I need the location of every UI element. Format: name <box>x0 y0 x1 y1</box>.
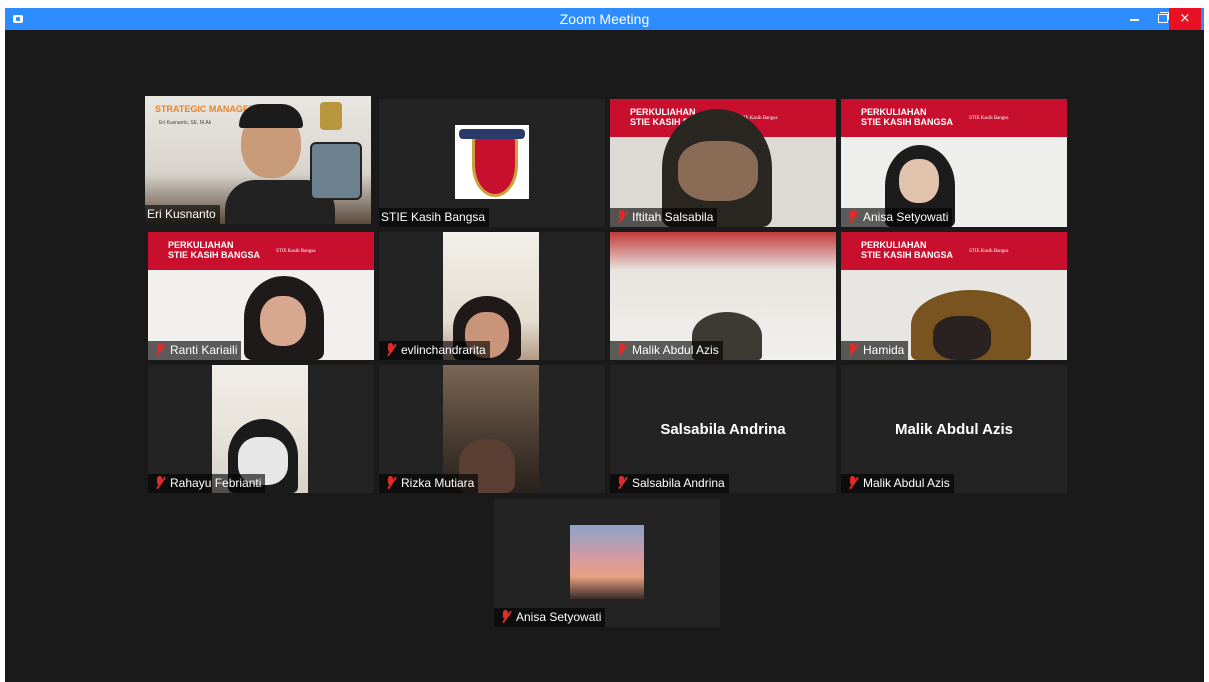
participant-name: Salsabila Andrina <box>610 474 729 493</box>
video-tile-evlinchandrarita[interactable]: evlinchandrarita <box>379 232 605 360</box>
participant-name-text: Hamida <box>863 343 905 357</box>
class-banner: PERKULIAHAN STIE KASIH BANGSA STIE Kasih B… <box>841 232 1067 270</box>
close-button[interactable]: × <box>1169 8 1201 30</box>
video-tile-anisa-setyowati[interactable]: PERKULIAHAN STIE KASIH BANGSA STIE Kasih B… <box>841 99 1067 227</box>
slide-author: Eri Kusnanto, SE, M.Ak <box>159 120 212 126</box>
video-tile-ranti-kariaili[interactable]: PERKULIAHAN STIE KASIH BANGSA STIE Kasih B… <box>148 232 374 360</box>
zoom-window: Zoom Meeting × STRATEGIC MANAGEMENT Eri … <box>5 8 1204 682</box>
video-tile-salsabila-andrina[interactable]: Salsabila Andrina Salsabila Andrina <box>610 365 836 493</box>
participant-name: evlinchandrarita <box>379 341 490 360</box>
mic-muted-icon <box>500 610 512 623</box>
banner-line1: PERKULIAHAN <box>168 240 234 250</box>
title-bar: Zoom Meeting × <box>5 8 1204 30</box>
mic-muted-icon <box>616 476 628 489</box>
participant-name-text: Anisa Setyowati <box>863 210 949 224</box>
mic-muted-icon <box>847 476 859 489</box>
stie-logo <box>455 125 529 199</box>
crest-logo <box>320 102 342 130</box>
minimize-button[interactable] <box>1121 8 1149 30</box>
participant-name: Malik Abdul Azis <box>841 474 954 493</box>
class-banner: PERKULIAHAN STIE KASIH BANGSA STIE Kasih B… <box>841 99 1067 137</box>
participant-name: Ranti Kariaili <box>148 341 242 360</box>
crest-shield-icon <box>472 133 518 197</box>
mic-muted-icon <box>616 343 628 356</box>
participant-name-text: STIE Kasih Bangsa <box>381 210 486 224</box>
window-title: Zoom Meeting <box>559 11 650 27</box>
video-tile-anisa-setyowati-2[interactable]: Anisa Setyowati <box>494 499 720 627</box>
person-face <box>260 296 306 346</box>
banner-line2: STIE KASIH BANGSA <box>168 250 261 260</box>
participant-name: STIE Kasih Bangsa <box>379 208 490 227</box>
person-face <box>899 159 939 203</box>
participant-name-text: evlinchandrarita <box>401 343 486 357</box>
profile-picture-sunset <box>570 525 644 599</box>
participant-name: Rizka Mutiara <box>379 474 479 493</box>
video-tile-stie-kasih-bangsa[interactable]: STIE Kasih Bangsa <box>379 99 605 227</box>
participant-name-text: Iftitah Salsabila <box>632 210 714 224</box>
video-tile-malik-abdul-azis-2[interactable]: Malik Abdul Azis Malik Abdul Azis <box>841 365 1067 493</box>
mic-muted-icon <box>847 343 859 356</box>
participant-name: Malik Abdul Azis <box>610 341 723 360</box>
video-tile-hamida[interactable]: PERKULIAHAN STIE KASIH BANGSA STIE Kasih B… <box>841 232 1067 360</box>
person-face <box>933 316 991 360</box>
participant-name: Rahayu Febrianti <box>148 474 266 493</box>
crest-banner-icon <box>459 129 525 139</box>
person-face <box>678 141 758 201</box>
participant-name-text: Malik Abdul Azis <box>863 476 950 490</box>
participant-name-text: Eri Kusnanto <box>147 207 216 221</box>
participant-name: Iftitah Salsabila <box>610 208 718 227</box>
banner-side: STIE Kasih Bangsa <box>276 249 316 254</box>
participant-display-name: Salsabila Andrina <box>660 421 786 438</box>
restore-icon-front <box>1158 14 1168 23</box>
banner-line1: PERKULIAHAN <box>861 240 927 250</box>
banner-line1: PERKULIAHAN <box>861 107 927 117</box>
participant-name: Anisa Setyowati <box>841 208 953 227</box>
video-tile-iftitah-salsabila[interactable]: PERKULIAHAN STIE KASIH BANGSA STIE Kasih B… <box>610 99 836 227</box>
participant-name-text: Malik Abdul Azis <box>632 343 719 357</box>
mic-muted-icon <box>154 476 166 489</box>
participant-name-text: Rizka Mutiara <box>401 476 475 490</box>
person-hair <box>239 104 303 128</box>
video-tile-malik-abdul-azis[interactable]: Malik Abdul Azis <box>610 232 836 360</box>
class-banner: PERKULIAHAN STIE KASIH BANGSA STIE Kasih B… <box>148 232 374 270</box>
video-tile-eri-kusnanto[interactable]: STRATEGIC MANAGEMENT Eri Kusnanto, SE, M… <box>145 96 371 224</box>
participant-name-text: Ranti Kariaili <box>170 343 238 357</box>
participant-display-name: Malik Abdul Azis <box>894 421 1014 438</box>
participant-name-text: Anisa Setyowati <box>516 610 602 624</box>
phone-in-hand <box>310 142 362 200</box>
participant-name-text: Salsabila Andrina <box>632 476 725 490</box>
mic-muted-icon <box>385 476 397 489</box>
participant-name: Eri Kusnanto <box>145 205 220 224</box>
video-tile-rizka-mutiara[interactable]: Rizka Mutiara <box>379 365 605 493</box>
banner-line1: PERKULIAHAN <box>630 107 696 117</box>
mic-muted-icon <box>385 343 397 356</box>
banner-line2: STIE KASIH BANGSA <box>861 117 954 127</box>
participant-name-text: Rahayu Febrianti <box>170 476 262 490</box>
minimize-icon <box>1130 19 1139 21</box>
close-icon: × <box>1179 11 1191 26</box>
banner-line2: STIE KASIH BANGSA <box>861 250 954 260</box>
mic-muted-icon <box>616 210 628 223</box>
banner-side: STIE Kasih Bangsa <box>969 116 1009 121</box>
participant-name: Hamida <box>841 341 909 360</box>
mic-muted-icon <box>847 210 859 223</box>
banner-side: STIE Kasih Bangsa <box>969 249 1009 254</box>
video-tile-rahayu-febrianti[interactable]: Rahayu Febrianti <box>148 365 374 493</box>
participant-name: Anisa Setyowati <box>494 608 606 627</box>
mic-muted-icon <box>154 343 166 356</box>
